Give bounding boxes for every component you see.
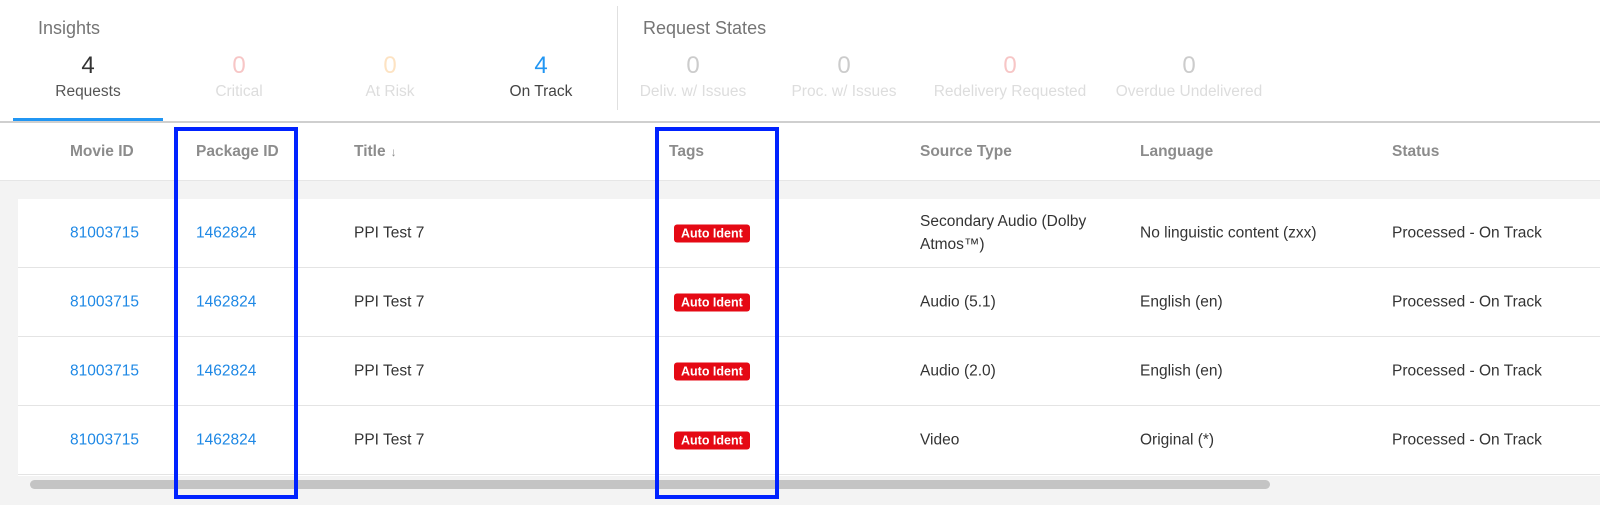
auto-ident-tag: Auto Ident	[674, 431, 750, 450]
tab-redelivery-requested[interactable]: 0 Redelivery Requested	[925, 50, 1095, 101]
horizontal-scrollbar-thumb[interactable]	[30, 480, 1270, 489]
auto-ident-tag: Auto Ident	[674, 224, 750, 243]
grid-header: Movie ID Package ID Title ↓ Tags Source T…	[0, 123, 1600, 181]
package-id-link[interactable]: 1462824	[196, 429, 256, 452]
tab-critical[interactable]: 0 Critical	[189, 50, 289, 101]
column-header-status[interactable]: Status	[1392, 143, 1439, 161]
tab-on-track[interactable]: 4 On Track	[491, 50, 591, 101]
overdue-label: Overdue Undelivered	[1115, 83, 1263, 100]
header-divider	[617, 6, 618, 110]
at-risk-count: 0	[383, 52, 397, 79]
language-cell: Original (*)	[1140, 431, 1215, 449]
movie-id-link[interactable]: 81003715	[70, 222, 139, 245]
package-id-link[interactable]: 1462824	[196, 222, 256, 245]
sort-descending-icon: ↓	[390, 145, 397, 159]
redelivery-label: Redelivery Requested	[933, 83, 1087, 100]
tab-proc-issues[interactable]: 0 Proc. w/ Issues	[774, 50, 914, 101]
on-track-count: 4	[534, 52, 548, 79]
overdue-count: 0	[1182, 52, 1196, 79]
package-id-link[interactable]: 1462824	[196, 360, 256, 383]
movie-id-link[interactable]: 81003715	[70, 360, 139, 383]
status-cell: Processed - On Track	[1392, 293, 1542, 311]
at-risk-label: At Risk	[365, 83, 415, 100]
proc-issues-count: 0	[837, 52, 851, 79]
tab-overdue-undelivered[interactable]: 0 Overdue Undelivered	[1109, 50, 1269, 101]
table-row[interactable]: 81003715 1462824 PPI Test 7 Auto Ident V…	[18, 406, 1600, 475]
title-cell: PPI Test 7	[354, 431, 425, 449]
insights-header: Insights 4 Requests 0 Critical 0 At Risk…	[0, 0, 1600, 122]
critical-count: 0	[232, 52, 246, 79]
column-header-package-id[interactable]: Package ID	[196, 143, 279, 161]
movie-id-link[interactable]: 81003715	[70, 429, 139, 452]
grid-body: 81003715 1462824 PPI Test 7 Auto Ident S…	[18, 199, 1600, 476]
tab-deliv-issues[interactable]: 0 Deliv. w/ Issues	[623, 50, 763, 101]
language-cell: No linguistic content (zxx)	[1140, 224, 1317, 242]
title-cell: PPI Test 7	[354, 362, 425, 380]
proc-issues-label: Proc. w/ Issues	[791, 83, 897, 100]
source-type-cell: Secondary Audio (Dolby Atmos™)	[920, 213, 1087, 253]
requests-label: Requests	[55, 83, 121, 100]
status-cell: Processed - On Track	[1392, 224, 1542, 242]
column-header-source-type[interactable]: Source Type	[920, 143, 1012, 161]
status-cell: Processed - On Track	[1392, 431, 1542, 449]
requests-count: 4	[81, 52, 95, 79]
tab-at-risk[interactable]: 0 At Risk	[340, 50, 440, 101]
tags-cell: Auto Ident	[674, 429, 750, 452]
tags-cell: Auto Ident	[674, 291, 750, 314]
deliv-issues-label: Deliv. w/ Issues	[639, 83, 747, 100]
title-cell: PPI Test 7	[354, 293, 425, 311]
language-cell: English (en)	[1140, 362, 1223, 380]
column-header-tags[interactable]: Tags	[669, 143, 704, 161]
movie-id-link[interactable]: 81003715	[70, 291, 139, 314]
language-cell: English (en)	[1140, 293, 1223, 311]
source-type-cell: Audio (5.1)	[920, 293, 996, 311]
auto-ident-tag: Auto Ident	[674, 293, 750, 312]
tags-cell: Auto Ident	[674, 222, 750, 245]
deliv-issues-count: 0	[686, 52, 700, 79]
redelivery-count: 0	[1003, 52, 1017, 79]
tab-requests[interactable]: 4 Requests	[38, 50, 138, 101]
package-id-link[interactable]: 1462824	[196, 291, 256, 314]
tags-cell: Auto Ident	[674, 360, 750, 383]
critical-label: Critical	[215, 83, 263, 100]
table-row[interactable]: 81003715 1462824 PPI Test 7 Auto Ident A…	[18, 337, 1600, 406]
table-row[interactable]: 81003715 1462824 PPI Test 7 Auto Ident A…	[18, 268, 1600, 337]
column-header-title[interactable]: Title ↓	[354, 143, 397, 161]
title-cell: PPI Test 7	[354, 224, 425, 242]
column-header-language[interactable]: Language	[1140, 143, 1213, 161]
column-header-title-label: Title	[354, 143, 386, 160]
auto-ident-tag: Auto Ident	[674, 362, 750, 381]
source-type-cell: Video	[920, 431, 960, 449]
column-header-movie-id[interactable]: Movie ID	[70, 143, 134, 161]
on-track-label: On Track	[509, 83, 573, 100]
insights-title: Insights	[38, 18, 101, 38]
status-cell: Processed - On Track	[1392, 362, 1542, 380]
table-row[interactable]: 81003715 1462824 PPI Test 7 Auto Ident S…	[18, 199, 1600, 268]
request-states-title: Request States	[643, 18, 767, 38]
source-type-cell: Audio (2.0)	[920, 362, 996, 380]
